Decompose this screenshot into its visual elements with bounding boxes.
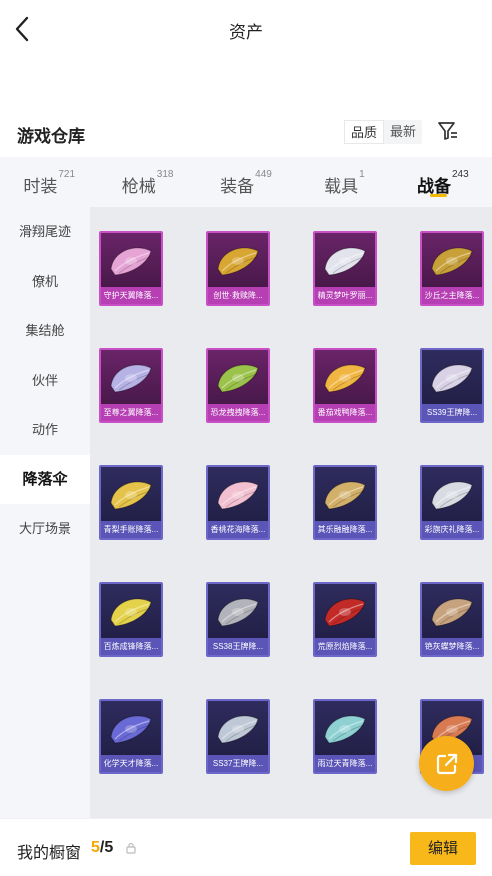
tab-firearms[interactable]: 枪械318 [98, 157, 196, 207]
parachute-name: 精灵梦叶罗丽... [315, 287, 375, 304]
parachute-image [319, 590, 371, 636]
parachute-card[interactable]: 彩旗庆礼降落... [420, 465, 484, 540]
sidebar-item-parachute[interactable]: 降落伞 [0, 454, 90, 504]
sort-option-quality[interactable]: 品质 [344, 120, 385, 144]
parachute-name: 雨过天青降落... [315, 755, 375, 772]
parachute-name: 创世·救赎降... [208, 287, 268, 304]
showcase-count: 5/5 [91, 839, 113, 857]
sidebar-item-rally-pod[interactable]: 集结舱 [0, 306, 90, 356]
showcase-bar: 我的橱窗 5/5 编辑 [0, 818, 492, 876]
parachute-card[interactable]: SS38王牌降... [206, 582, 270, 657]
parachute-image [212, 473, 264, 519]
parachute-image [426, 590, 478, 636]
tab-count: 721 [58, 169, 76, 180]
parachute-card[interactable]: 沙丘之主降落... [420, 231, 484, 306]
tab-combat-supplies[interactable]: 战备243 [394, 157, 492, 207]
parachute-name: 香桃花海降落... [208, 521, 268, 538]
parachute-name: 番茄戏鸭降落... [315, 404, 375, 421]
parachute-image [105, 590, 157, 636]
tab-count: 243 [451, 169, 469, 180]
subcategory-sidebar: 滑翔尾迹 僚机 集结舱 伙伴 动作 降落伞 大厅场景 [0, 207, 90, 818]
tab-count: 318 [156, 169, 174, 180]
parachute-card[interactable]: SS37王牌降... [206, 699, 270, 774]
parachute-image [426, 473, 478, 519]
parachute-name: 铯灰蝶梦降落... [422, 638, 482, 655]
parachute-image [319, 473, 371, 519]
tab-equipment[interactable]: 装备449 [197, 157, 295, 207]
parachute-name: 化学天才降落... [101, 755, 161, 772]
parachute-name: 恐龙拽拽降落... [208, 404, 268, 421]
parachute-name: SS39王牌降... [422, 404, 482, 421]
parachute-card[interactable]: 守护天翼降落... [99, 231, 163, 306]
tab-label: 载具 [324, 177, 359, 196]
tab-label: 枪械 [121, 177, 156, 196]
edit-button[interactable]: 编辑 [410, 832, 476, 865]
parachute-card[interactable]: 番茄戏鸭降落... [313, 348, 377, 423]
top-bar: 资产 [0, 0, 492, 58]
parachute-card[interactable]: 青梨手账降落... [99, 465, 163, 540]
tab-fashion[interactable]: 时装721 [0, 157, 98, 207]
external-link-icon [436, 753, 457, 774]
share-button[interactable] [419, 736, 474, 791]
showcase-label: 我的橱窗 [17, 845, 82, 862]
parachute-name: 守护天翼降落... [101, 287, 161, 304]
parachute-card[interactable]: 至尊之翼降落... [99, 348, 163, 423]
warehouse-title: 游戏仓库 [17, 127, 85, 146]
parachute-card[interactable]: SS39王牌降... [420, 348, 484, 423]
parachute-name: 青梨手账降落... [101, 521, 161, 538]
tab-count: 449 [255, 169, 272, 180]
parachute-card[interactable]: 铯灰蝶梦降落... [420, 582, 484, 657]
parachute-card[interactable]: 雨过天青降落... [313, 699, 377, 774]
parachute-image [426, 239, 478, 285]
sort-option-latest[interactable]: 最新 [384, 120, 422, 144]
tab-label: 时装 [23, 177, 58, 196]
sort-toggle: 品质 最新 [344, 120, 423, 144]
parachute-image [212, 239, 264, 285]
parachute-name: 荒原烈焰降落... [315, 638, 375, 655]
parachute-name: 百炼成锋降落... [101, 638, 161, 655]
parachute-image [212, 590, 264, 636]
parachute-card[interactable]: 荒原烈焰降落... [313, 582, 377, 657]
parachute-card[interactable]: 精灵梦叶罗丽... [313, 231, 377, 306]
parachute-name: 沙丘之主降落... [422, 287, 482, 304]
sidebar-item-glide-trail[interactable]: 滑翔尾迹 [0, 207, 90, 257]
sidebar-item-emote[interactable]: 动作 [0, 405, 90, 455]
parachute-card[interactable]: 恐龙拽拽降落... [206, 348, 270, 423]
parachute-name: 至尊之翼降落... [101, 404, 161, 421]
parachute-card[interactable]: 香桃花海降落... [206, 465, 270, 540]
sidebar-item-lobby-scene[interactable]: 大厅场景 [0, 504, 90, 554]
parachute-card[interactable]: 创世·救赎降... [206, 231, 270, 306]
parachute-image [212, 707, 264, 753]
showcase-current: 5 [91, 839, 100, 856]
sidebar-item-companion[interactable]: 伙伴 [0, 356, 90, 406]
showcase-total: 5 [104, 839, 114, 856]
sidebar-item-wingman[interactable]: 僚机 [0, 257, 90, 307]
parachute-image [212, 356, 264, 402]
parachute-image [319, 707, 371, 753]
parachute-name: 其乐融融降落... [315, 521, 375, 538]
parachute-name: 彩旗庆礼降落... [422, 521, 482, 538]
parachute-image [105, 707, 157, 753]
parachute-grid: 守护天翼降落... 创世·救赎降... 精灵梦叶罗丽... 沙丘之主降落... 至尊之翼… [90, 207, 492, 818]
parachute-name: SS38王牌降... [208, 638, 268, 655]
tab-vehicles[interactable]: 载具1 [295, 157, 393, 207]
parachute-name: SS37王牌降... [208, 755, 268, 772]
parachute-card[interactable]: 其乐融融降落... [313, 465, 377, 540]
parachute-image [319, 356, 371, 402]
page-title: 资产 [229, 23, 263, 42]
category-tabs: 时装721 枪械318 装备449 载具1 战备243 [0, 157, 492, 207]
parachute-image [105, 239, 157, 285]
filter-icon[interactable] [436, 119, 460, 143]
parachute-image [105, 356, 157, 402]
parachute-image [426, 356, 478, 402]
parachute-image [319, 239, 371, 285]
parachute-card[interactable]: 百炼成锋降落... [99, 582, 163, 657]
tab-count: 1 [359, 169, 365, 180]
lock-icon [126, 841, 136, 854]
parachute-image [105, 473, 157, 519]
tab-label: 装备 [220, 177, 255, 196]
parachute-card[interactable]: 化学天才降落... [99, 699, 163, 774]
active-tab-indicator [429, 194, 447, 197]
